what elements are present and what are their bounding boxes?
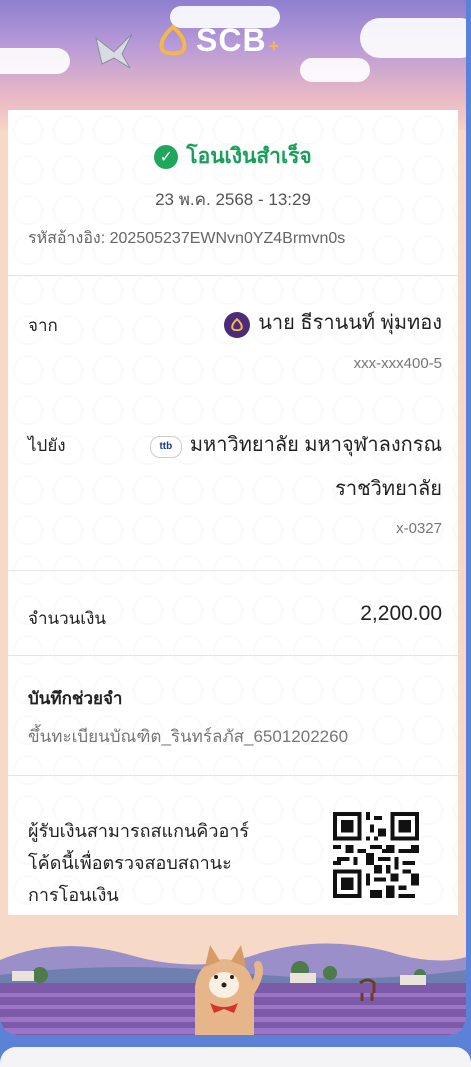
divider: [8, 570, 458, 571]
qr-note-line: โค้ดนี้เพื่อตรวจสอบสถานะ: [28, 853, 232, 873]
divider: [8, 775, 458, 776]
transaction-datetime: 23 พ.ค. 2568 - 13:29: [155, 190, 311, 209]
to-label: ไปยัง: [28, 436, 66, 455]
check-circle-icon: ✓: [154, 144, 179, 169]
from-label: จาก: [28, 316, 58, 335]
qr-code[interactable]: [333, 812, 419, 898]
to-account: x-0327: [396, 520, 442, 537]
to-name-line1: มหาวิทยาลัย มหาจุฬาลงกรณ: [189, 434, 442, 456]
to-name-line2: ราชวิทยาลัย: [335, 478, 442, 500]
scb-bank-icon: [224, 311, 251, 338]
scb-logo: SCB +: [156, 22, 279, 59]
receiver-bank-icon: ttb: [149, 435, 182, 458]
from-name: นาย ธีรานนท์ พุ่มทอง: [258, 312, 442, 334]
cloud: [0, 48, 70, 74]
to-name-row: ttb มหาวิทยาลัย มหาจุฬาลงกรณ: [149, 428, 442, 460]
memo-label: บันทึกช่วยจำ: [28, 689, 123, 708]
memo-value: ขึ้นทะเบียนบัณฑิต_รินทร์ลภัส_6501202260: [28, 727, 349, 746]
status-text: โอนเงินสำเร็จ: [186, 145, 312, 168]
cloud: [360, 18, 466, 58]
landscape-illustration: [0, 915, 466, 1035]
brand-plus: +: [268, 36, 280, 56]
next-card-preview: [0, 1047, 471, 1067]
brand-name: SCB: [196, 22, 267, 58]
from-name-row: นาย ธีรานนท์ พุ่มทอง: [224, 306, 442, 338]
receipt-paper: ✓ โอนเงินสำเร็จ 23 พ.ค. 2568 - 13:29 รหั…: [8, 110, 458, 915]
qr-note-line: ผู้รับเงินสามารถสแกนคิวอาร์: [28, 821, 250, 841]
divider: [8, 275, 458, 276]
divider: [8, 655, 458, 656]
reference-number: รหัสอ้างอิง: 202505237EWNvn0YZ4Brmvn0s: [28, 230, 346, 247]
transfer-status: ✓ โอนเงินสำเร็จ: [8, 140, 458, 173]
scb-logo-icon: [159, 23, 187, 55]
amount-label: จำนวนเงิน: [28, 609, 107, 628]
amount-value: 2,200.00: [360, 602, 442, 625]
cloud: [300, 58, 370, 82]
qr-note: ผู้รับเงินสามารถสแกนคิวอาร์ โค้ดนี้เพื่อ…: [28, 815, 298, 911]
receipt-card: SCB + ✓ โอนเงินสำเร็จ 23 พ.ค. 2568 - 13:…: [0, 0, 466, 1035]
bird-illustration-icon: [95, 33, 133, 69]
from-account: xxx-xxx400-5: [353, 355, 442, 372]
